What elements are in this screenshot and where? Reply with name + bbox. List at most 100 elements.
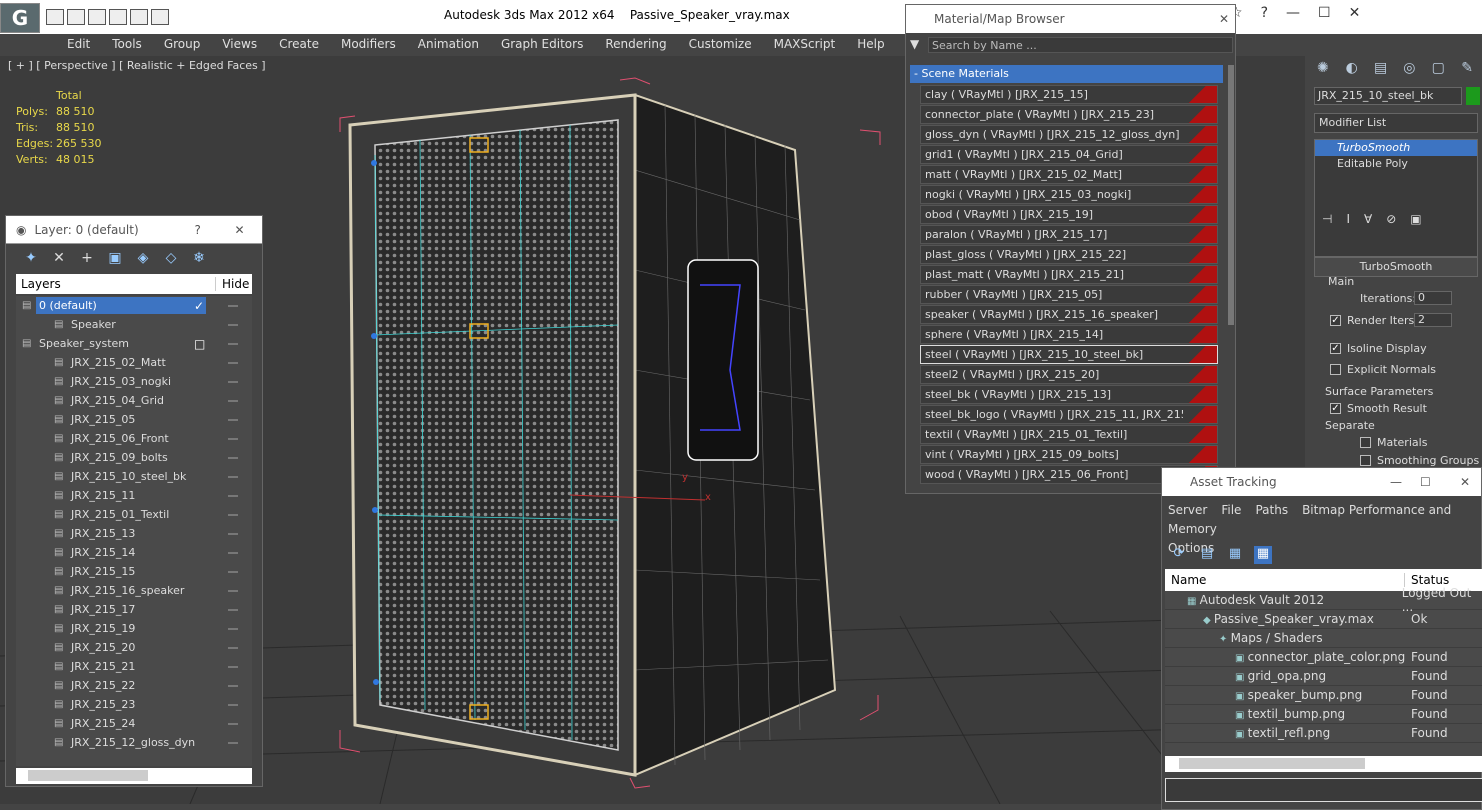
asset-row[interactable]: ✦ Maps / Shaders: [1165, 629, 1482, 648]
menu-bitmap-performance[interactable]: Bitmap Performance and Memory: [1168, 503, 1451, 536]
asset-row[interactable]: ▣ connector_plate_color.png Found: [1165, 648, 1482, 667]
remove-modifier-icon[interactable]: ⊘: [1386, 212, 1396, 226]
menu-help[interactable]: Help: [846, 34, 895, 54]
current-layer-marker[interactable]: □: [194, 337, 205, 351]
separate-materials-checkbox[interactable]: [1360, 437, 1371, 448]
menu-tools[interactable]: Tools: [101, 34, 153, 54]
table-view-icon[interactable]: ▦: [1254, 546, 1272, 564]
layer-row[interactable]: ▤ JRX_215_11: [16, 486, 252, 505]
scene-materials-group[interactable]: - Scene Materials: [910, 65, 1223, 83]
hide-toggle[interactable]: [228, 419, 238, 421]
material-item[interactable]: sphere ( VRayMtl ) [JRX_215_14]: [920, 325, 1218, 344]
hide-toggle[interactable]: [228, 533, 238, 535]
hide-toggle[interactable]: [228, 400, 238, 402]
open-file-icon[interactable]: [67, 9, 85, 25]
hide-toggle[interactable]: [228, 552, 238, 554]
hide-toggle[interactable]: [228, 457, 238, 459]
menu-customize[interactable]: Customize: [678, 34, 763, 54]
stack-item-editable-poly[interactable]: Editable Poly: [1315, 156, 1477, 172]
layer-row[interactable]: ▤ JRX_215_01_Textil: [16, 505, 252, 524]
maximize-button[interactable]: ☐: [1318, 5, 1331, 21]
hide-toggle[interactable]: [228, 343, 238, 345]
help-icon[interactable]: ?: [1261, 5, 1268, 21]
hide-toggle[interactable]: [228, 628, 238, 630]
menu-views[interactable]: Views: [211, 34, 268, 54]
list-view-icon[interactable]: ▤: [1198, 546, 1216, 564]
hide-toggle[interactable]: [228, 666, 238, 668]
layer-row[interactable]: ▤ JRX_215_06_Front: [16, 429, 252, 448]
menu-graph-editors[interactable]: Graph Editors: [490, 34, 594, 54]
material-item[interactable]: plast_gloss ( VRayMtl ) [JRX_215_22]: [920, 245, 1218, 264]
close-icon[interactable]: ✕: [1460, 475, 1470, 489]
material-item[interactable]: clay ( VRayMtl ) [JRX_215_15]: [920, 85, 1218, 104]
layer-panel-header[interactable]: ◉ Layer: 0 (default) ? ✕: [6, 216, 262, 244]
undo-icon[interactable]: [109, 9, 127, 25]
menu-create[interactable]: Create: [268, 34, 330, 54]
material-item[interactable]: nogki ( VRayMtl ) [JRX_215_03_nogki]: [920, 185, 1218, 204]
material-browser-header[interactable]: Material/Map Browser ✕: [906, 5, 1235, 33]
delete-layer-icon[interactable]: ✕: [50, 250, 68, 266]
object-color-swatch[interactable]: [1466, 87, 1480, 105]
material-item[interactable]: steel_bk_logo ( VRayMtl ) [JRX_215_11, J…: [920, 405, 1218, 424]
asset-row[interactable]: ▣ speaker_bump.png Found: [1165, 686, 1482, 705]
stack-item-turbosmooth[interactable]: TurboSmooth: [1315, 140, 1477, 156]
asset-tracking-header[interactable]: Asset Tracking — ☐ ✕: [1162, 468, 1481, 496]
material-list[interactable]: clay ( VRayMtl ) [JRX_215_15] connector_p…: [920, 85, 1218, 485]
hide-toggle[interactable]: [228, 305, 238, 307]
display-tab-icon[interactable]: ▢: [1427, 60, 1449, 82]
hide-toggle[interactable]: [228, 704, 238, 706]
modifier-stack[interactable]: TurboSmooth Editable Poly: [1314, 139, 1478, 257]
project-folder-icon[interactable]: [151, 9, 169, 25]
layer-row[interactable]: ▤ JRX_215_19: [16, 619, 252, 638]
new-layer-icon[interactable]: ✦: [22, 250, 40, 266]
speaker-model[interactable]: x y: [300, 70, 900, 790]
material-item[interactable]: steel ( VRayMtl ) [JRX_215_10_steel_bk]: [920, 345, 1218, 364]
refresh-icon[interactable]: ⟳: [1170, 546, 1188, 564]
hide-toggle[interactable]: [228, 495, 238, 497]
hide-toggle[interactable]: [228, 438, 238, 440]
redo-icon[interactable]: [130, 9, 148, 25]
menu-rendering[interactable]: Rendering: [594, 34, 677, 54]
layer-horizontal-scrollbar[interactable]: [16, 768, 252, 784]
menu-server[interactable]: Server: [1168, 503, 1207, 517]
material-item[interactable]: paralon ( VRayMtl ) [JRX_215_17]: [920, 225, 1218, 244]
material-item[interactable]: gloss_dyn ( VRayMtl ) [JRX_215_12_gloss_…: [920, 125, 1218, 144]
pin-stack-icon[interactable]: ⊣: [1322, 212, 1332, 226]
help-icon[interactable]: ?: [194, 223, 234, 237]
asset-path-field[interactable]: [1165, 778, 1482, 802]
layer-row[interactable]: ▤ JRX_215_14: [16, 543, 252, 562]
hide-toggle[interactable]: [228, 381, 238, 383]
menu-edit[interactable]: Edit: [56, 34, 101, 54]
menu-modifiers[interactable]: Modifiers: [330, 34, 407, 54]
hide-toggle[interactable]: [228, 362, 238, 364]
material-item[interactable]: connector_plate ( VRayMtl ) [JRX_215_23]: [920, 105, 1218, 124]
material-search-input[interactable]: Search by Name ...: [928, 37, 1233, 53]
material-item[interactable]: obod ( VRayMtl ) [JRX_215_19]: [920, 205, 1218, 224]
render-iters-checkbox[interactable]: ✓: [1330, 315, 1341, 326]
render-iters-spinner[interactable]: 2: [1414, 313, 1452, 327]
save-file-icon[interactable]: [88, 9, 106, 25]
material-item[interactable]: steel_bk ( VRayMtl ) [JRX_215_13]: [920, 385, 1218, 404]
layers-column-header[interactable]: Layers: [16, 277, 216, 291]
application-menu-button[interactable]: G: [0, 3, 40, 33]
material-item[interactable]: grid1 ( VRayMtl ) [JRX_215_04_Grid]: [920, 145, 1218, 164]
scrollbar-thumb[interactable]: [1179, 758, 1365, 769]
hide-toggle[interactable]: [228, 514, 238, 516]
select-objects-icon[interactable]: ▣: [106, 250, 124, 266]
material-item[interactable]: rubber ( VRayMtl ) [JRX_215_05]: [920, 285, 1218, 304]
close-window-button[interactable]: ✕: [1349, 5, 1361, 21]
layer-row[interactable]: ▤ JRX_215_09_bolts: [16, 448, 252, 467]
configure-modifier-sets-icon[interactable]: ▣: [1410, 212, 1421, 226]
freeze-all-icon[interactable]: ❄: [190, 250, 208, 266]
menu-maxscript[interactable]: MAXScript: [763, 34, 847, 54]
material-item[interactable]: plast_matt ( VRayMtl ) [JRX_215_21]: [920, 265, 1218, 284]
name-column-header[interactable]: Name: [1165, 573, 1405, 587]
layer-row[interactable]: ▤ JRX_215_22: [16, 676, 252, 695]
layer-row[interactable]: ▤ JRX_215_13: [16, 524, 252, 543]
asset-horizontal-scrollbar[interactable]: [1165, 756, 1482, 772]
menu-paths[interactable]: Paths: [1255, 503, 1288, 517]
layer-row[interactable]: ▤ JRX_215_16_speaker: [16, 581, 252, 600]
layer-row[interactable]: ▤ JRX_215_02_Matt: [16, 353, 252, 372]
layer-row[interactable]: ▤ JRX_215_24: [16, 714, 252, 733]
motion-tab-icon[interactable]: ◎: [1398, 60, 1420, 82]
